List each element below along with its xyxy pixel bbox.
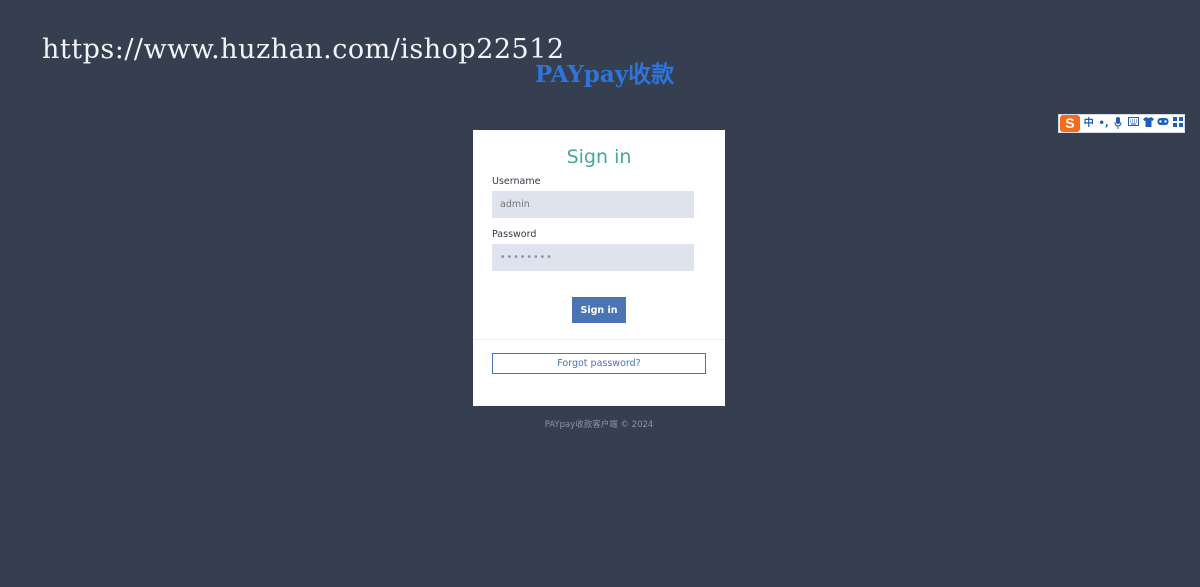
password-input[interactable]: •••••••• xyxy=(492,244,694,271)
username-input[interactable] xyxy=(492,191,694,218)
login-card: Sign in Username Password •••••••• Sign … xyxy=(473,130,725,406)
game-icon[interactable] xyxy=(1157,117,1169,131)
sogou-logo-icon[interactable]: S xyxy=(1060,115,1080,132)
footer-copyright: PAYpay收款客户端 © 2024 xyxy=(544,420,654,430)
username-label: Username xyxy=(492,176,541,187)
chinese-mode-icon[interactable]: 中 xyxy=(1083,117,1095,131)
brand-title: PAYpay收款 xyxy=(535,61,675,88)
card-divider xyxy=(473,339,725,340)
skin-icon[interactable] xyxy=(1142,116,1154,131)
toolbox-icon[interactable] xyxy=(1172,116,1184,131)
signin-title: Sign in xyxy=(566,146,632,168)
forgot-password-button[interactable]: Forgot password? xyxy=(492,353,706,374)
signin-button[interactable]: Sign in xyxy=(572,297,626,323)
password-label: Password xyxy=(492,229,537,240)
keyboard-icon[interactable] xyxy=(1127,116,1139,131)
watermark-url: https://www.huzhan.com/ishop22512 xyxy=(42,34,565,65)
microphone-icon[interactable] xyxy=(1113,116,1125,131)
ime-toolbar[interactable]: S 中 •, xyxy=(1058,114,1185,133)
punctuation-icon[interactable]: •, xyxy=(1098,117,1110,131)
